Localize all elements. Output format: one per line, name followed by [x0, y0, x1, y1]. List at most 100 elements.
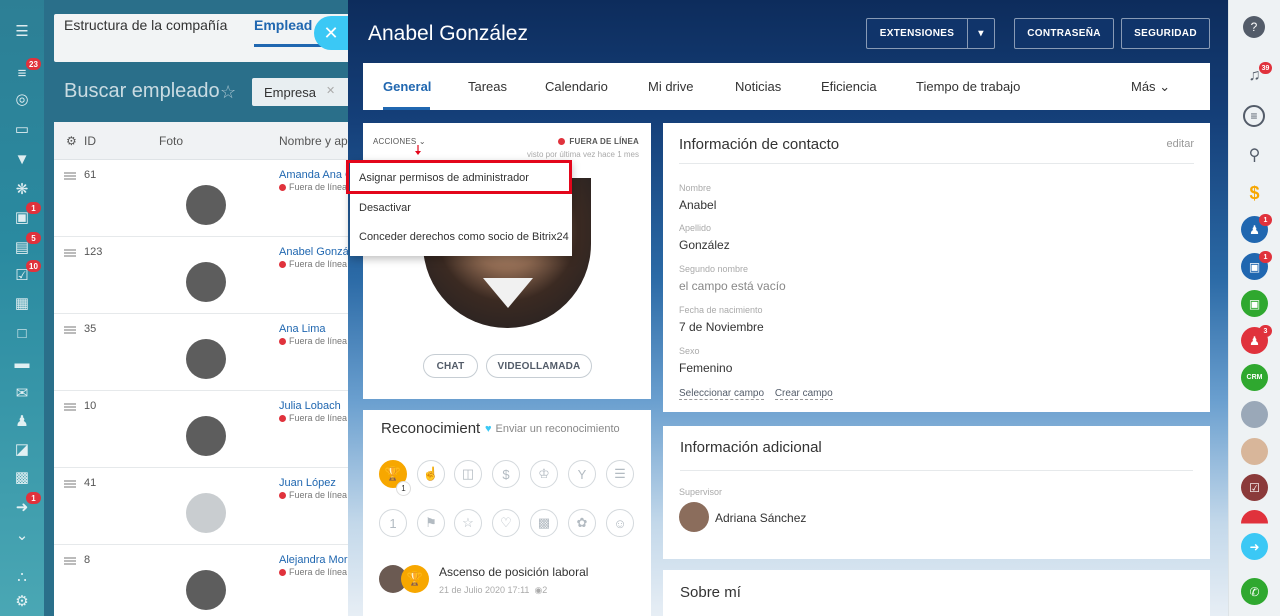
- exit-icon[interactable]: ➜: [1241, 533, 1268, 560]
- apps-icon[interactable]: ❋: [11, 178, 33, 200]
- row-menu-icon[interactable]: [64, 172, 76, 180]
- row-name[interactable]: Alejandra Mora: [279, 554, 354, 566]
- smile-icon[interactable]: ☺: [606, 509, 634, 537]
- employees-icon[interactable]: ♟: [11, 410, 33, 432]
- table-row[interactable]: 41 Juan López Fuera de línea: [54, 468, 374, 545]
- crm-icon[interactable]: CRM: [1241, 364, 1268, 391]
- mail-icon[interactable]: ✉: [11, 382, 33, 404]
- row-name[interactable]: Juan López: [279, 477, 336, 489]
- about-title: Sobre mí: [680, 584, 741, 601]
- table-row[interactable]: 10 Julia Lobach Fuera de línea: [54, 391, 374, 468]
- dollar-icon[interactable]: $: [1241, 180, 1268, 207]
- row-name[interactable]: Anabel Gonzál: [279, 246, 351, 258]
- calendar-icon[interactable]: ▦: [11, 292, 33, 314]
- row-menu-icon[interactable]: [64, 480, 76, 488]
- last-seen-text: visto por última vez hace 1 mes: [526, 150, 639, 159]
- supervisor-label: Supervisor: [679, 487, 723, 497]
- avatar[interactable]: [679, 502, 709, 532]
- help-icon[interactable]: ?: [1243, 16, 1265, 38]
- settings-icon[interactable]: ⚙: [66, 134, 77, 148]
- event-title[interactable]: Ascenso de posición laboral: [439, 565, 588, 579]
- row-menu-icon[interactable]: [64, 249, 76, 257]
- deactivate-menu-item[interactable]: Desactivar: [359, 202, 411, 214]
- column-photo[interactable]: Foto: [159, 134, 183, 148]
- video-call-button[interactable]: VIDEOLLAMADA: [486, 354, 592, 378]
- star-icon[interactable]: ☆: [220, 82, 236, 103]
- grid-icon[interactable]: ▩: [11, 466, 33, 488]
- password-button[interactable]: CONTRASEÑA: [1014, 18, 1114, 49]
- number-one-icon[interactable]: 1: [379, 509, 407, 537]
- tab-efficiency[interactable]: Eficiencia: [821, 79, 877, 94]
- edit-link[interactable]: editar: [1166, 138, 1194, 150]
- beer-icon[interactable]: ▩: [530, 509, 558, 537]
- checklist-icon[interactable]: ☑: [1241, 474, 1268, 501]
- network-icon[interactable]: ∴: [11, 566, 33, 588]
- chevron-down-icon[interactable]: ⌄: [11, 524, 33, 546]
- tab-tasks[interactable]: Tareas: [468, 79, 507, 94]
- row-menu-icon[interactable]: [64, 403, 76, 411]
- extensions-dropdown-button[interactable]: ▾: [967, 18, 995, 49]
- tab-more[interactable]: Más ⌄: [1131, 79, 1170, 95]
- send-recognition-link[interactable]: Enviar un reconocimiento: [485, 423, 620, 435]
- avatar[interactable]: [1241, 438, 1268, 465]
- row-id: 35: [84, 323, 97, 335]
- row-name[interactable]: Amanda Ana C: [279, 169, 353, 181]
- cocktail-icon[interactable]: Y: [568, 460, 596, 488]
- tab-my-drive[interactable]: Mi drive: [648, 79, 694, 94]
- chat-button[interactable]: CHAT: [423, 354, 478, 378]
- tab-general[interactable]: General: [383, 79, 431, 94]
- cart-icon[interactable]: ▼: [11, 148, 33, 170]
- window-icon[interactable]: ▭: [11, 118, 33, 140]
- column-name[interactable]: Nombre y ape: [279, 134, 354, 148]
- table-row[interactable]: 8 Alejandra Mora Fuera de línea: [54, 545, 374, 616]
- gift-icon[interactable]: ◫: [454, 460, 482, 488]
- divider: [679, 163, 1194, 164]
- table-row[interactable]: 61 Amanda Ana C Fuera de línea: [54, 160, 374, 237]
- heart-icon[interactable]: ♡: [492, 509, 520, 537]
- row-name[interactable]: Ana Lima: [279, 323, 325, 335]
- flag-icon[interactable]: ⚑: [417, 509, 445, 537]
- row-name[interactable]: Julia Lobach: [279, 400, 341, 412]
- grant-partner-rights-menu-item[interactable]: Conceder derechos como socio de Bitrix24: [359, 231, 569, 243]
- money-bag-icon[interactable]: $: [492, 460, 520, 488]
- close-slider-button[interactable]: ✕: [314, 16, 348, 50]
- tab-news[interactable]: Noticias: [735, 79, 781, 94]
- menu-icon[interactable]: ☰: [11, 20, 33, 42]
- target-icon[interactable]: ◎: [11, 88, 33, 110]
- tab-employees[interactable]: Emplead: [254, 17, 312, 33]
- tab-calendar[interactable]: Calendario: [545, 79, 608, 94]
- search-icon[interactable]: ⚲: [1241, 141, 1268, 168]
- messages-icon[interactable]: ≡: [1243, 105, 1265, 127]
- flower-icon[interactable]: ✿: [568, 509, 596, 537]
- close-icon[interactable]: ✕: [326, 84, 335, 97]
- create-field-link[interactable]: Crear campo: [774, 388, 833, 400]
- cake-icon[interactable]: ☰: [606, 460, 634, 488]
- field-value: Femenino: [679, 361, 733, 375]
- extensions-button[interactable]: EXTENSIONES: [866, 18, 968, 49]
- field-label: Apellido: [679, 223, 712, 233]
- row-menu-icon[interactable]: [64, 557, 76, 565]
- supervisor-name[interactable]: Adriana Sánchez: [715, 511, 806, 525]
- tab-company-structure[interactable]: Estructura de la compañía: [64, 17, 227, 33]
- thumbs-up-icon[interactable]: ☝: [417, 460, 445, 488]
- trophy-icon: 🏆: [401, 565, 429, 593]
- security-button[interactable]: SEGURIDAD: [1121, 18, 1210, 49]
- drive-icon[interactable]: ▬: [11, 352, 33, 374]
- row-id: 123: [84, 246, 103, 258]
- contacts-icon[interactable]: ◪: [11, 438, 33, 460]
- avatar[interactable]: [1241, 401, 1268, 428]
- tab-working-time[interactable]: Tiempo de trabajo: [916, 79, 1020, 94]
- phone-icon[interactable]: ✆: [1241, 578, 1268, 605]
- lock-icon[interactable]: ▣: [1241, 290, 1268, 317]
- gear-icon[interactable]: ⚙: [11, 590, 33, 612]
- document-icon[interactable]: □: [11, 322, 33, 344]
- row-menu-icon[interactable]: [64, 326, 76, 334]
- table-row[interactable]: 123 Anabel Gonzál Fuera de línea: [54, 237, 374, 314]
- table-row[interactable]: 35 Ana Lima Fuera de línea: [54, 314, 374, 391]
- select-field-link[interactable]: Seleccionar campo: [679, 388, 765, 400]
- crown-icon[interactable]: ♔: [530, 460, 558, 488]
- page-title: Anabel González: [368, 22, 528, 45]
- additional-info-card: Información adicional Supervisor Adriana…: [663, 426, 1210, 559]
- column-id[interactable]: ID: [84, 134, 96, 148]
- star-icon[interactable]: ☆: [454, 509, 482, 537]
